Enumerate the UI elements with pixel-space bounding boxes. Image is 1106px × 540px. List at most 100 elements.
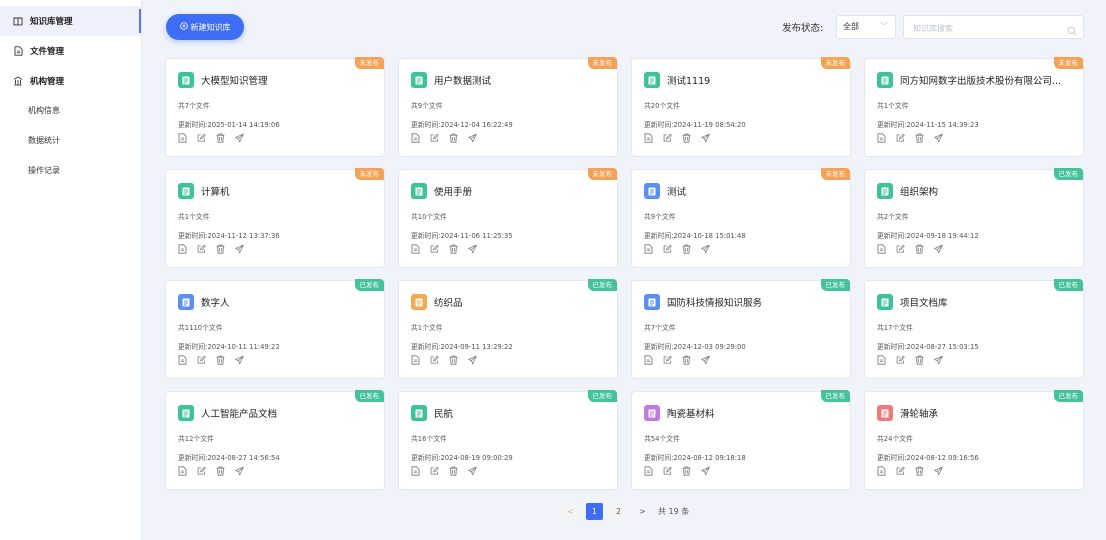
status-badge: 未发布 — [587, 57, 617, 69]
view-document-icon[interactable] — [644, 133, 653, 143]
withdraw-icon[interactable] — [701, 355, 710, 365]
new-knowledge-base-button[interactable]: 新建知识库 — [166, 14, 244, 40]
sidebar-subitem-institution-info[interactable]: 机构信息 — [28, 101, 60, 121]
publish-icon[interactable] — [235, 133, 244, 143]
delete-icon[interactable] — [915, 133, 924, 143]
withdraw-icon[interactable] — [468, 355, 477, 365]
knowledge-base-search-input[interactable] — [904, 17, 1054, 40]
withdraw-icon[interactable] — [934, 355, 943, 365]
publish-icon[interactable] — [468, 244, 477, 254]
knowledge-base-card[interactable]: 未发布 大模型知识管理 共7个文件 更新时间:2025-01-14 14:19:… — [165, 57, 385, 157]
sidebar-subitem-data-statistics[interactable]: 数据统计 — [28, 131, 60, 151]
knowledge-base-card[interactable]: 已发布 民航 共16个文件 更新时间:2024-08-19 09:00:29 — [398, 390, 618, 490]
knowledge-base-card[interactable]: 已发布 陶瓷基材料 共54个文件 更新时间:2024-08-12 09:18:1… — [631, 390, 851, 490]
knowledge-base-card[interactable]: 已发布 人工智能产品文档 共12个文件 更新时间:2024-08-27 14:5… — [165, 390, 385, 490]
delete-icon[interactable] — [449, 355, 458, 365]
next-page-button[interactable]: > — [634, 503, 651, 520]
knowledge-base-card[interactable]: 已发布 纺织品 共1个文件 更新时间:2024-09-11 13:29:22 — [398, 279, 618, 379]
view-document-icon[interactable] — [877, 133, 886, 143]
knowledge-base-icon — [411, 183, 427, 199]
sidebar-item-knowledge-base[interactable]: 知识库管理 — [0, 6, 141, 36]
sidebar-item-institution-management[interactable]: 机构管理 — [0, 66, 141, 96]
edit-icon[interactable] — [663, 466, 672, 476]
edit-icon[interactable] — [896, 466, 905, 476]
view-document-icon[interactable] — [178, 355, 187, 365]
page-button-1[interactable]: 1 — [586, 503, 603, 520]
knowledge-base-card[interactable]: 已发布 项目文档库 共17个文件 更新时间:2024-08-27 15:03:1… — [864, 279, 1084, 379]
sidebar-item-file-management[interactable]: 文件管理 — [0, 36, 141, 66]
edit-icon[interactable] — [197, 355, 206, 365]
withdraw-icon[interactable] — [235, 355, 244, 365]
view-document-icon[interactable] — [178, 244, 187, 254]
withdraw-icon[interactable] — [934, 244, 943, 254]
view-document-icon[interactable] — [178, 466, 187, 476]
delete-icon[interactable] — [915, 244, 924, 254]
knowledge-base-card[interactable]: 已发布 组织架构 共2个文件 更新时间:2024-09-18 19:44:12 — [864, 168, 1084, 268]
delete-icon[interactable] — [449, 133, 458, 143]
publish-icon[interactable] — [934, 133, 943, 143]
view-document-icon[interactable] — [411, 133, 420, 143]
publish-icon[interactable] — [468, 133, 477, 143]
delete-icon[interactable] — [682, 355, 691, 365]
withdraw-icon[interactable] — [235, 466, 244, 476]
delete-icon[interactable] — [449, 244, 458, 254]
publish-status-select[interactable]: 全部 ﹀ — [836, 15, 896, 39]
delete-icon[interactable] — [682, 133, 691, 143]
knowledge-base-icon — [877, 183, 893, 199]
publish-icon[interactable] — [235, 244, 244, 254]
delete-icon[interactable] — [216, 355, 225, 365]
edit-icon[interactable] — [430, 133, 439, 143]
card-title: 测试 — [667, 187, 687, 198]
delete-icon[interactable] — [915, 355, 924, 365]
card-title: 同方知网数字出版技术股份有限公司... — [900, 76, 1062, 87]
edit-icon[interactable] — [896, 244, 905, 254]
edit-icon[interactable] — [896, 355, 905, 365]
view-document-icon[interactable] — [644, 244, 653, 254]
delete-icon[interactable] — [682, 466, 691, 476]
edit-icon[interactable] — [430, 244, 439, 254]
delete-icon[interactable] — [682, 244, 691, 254]
view-document-icon[interactable] — [644, 466, 653, 476]
knowledge-base-card[interactable]: 未发布 同方知网数字出版技术股份有限公司... 共1个文件 更新时间:2024-… — [864, 57, 1084, 157]
delete-icon[interactable] — [216, 244, 225, 254]
delete-icon[interactable] — [216, 466, 225, 476]
edit-icon[interactable] — [197, 133, 206, 143]
search-icon[interactable] — [1067, 21, 1077, 40]
edit-icon[interactable] — [197, 466, 206, 476]
page-button-2[interactable]: 2 — [610, 503, 627, 520]
edit-icon[interactable] — [430, 355, 439, 365]
edit-icon[interactable] — [197, 244, 206, 254]
withdraw-icon[interactable] — [468, 466, 477, 476]
view-document-icon[interactable] — [411, 244, 420, 254]
delete-icon[interactable] — [449, 466, 458, 476]
knowledge-base-card[interactable]: 已发布 国防科技情报知识服务 共7个文件 更新时间:2024-12-03 09:… — [631, 279, 851, 379]
view-document-icon[interactable] — [877, 355, 886, 365]
view-document-icon[interactable] — [411, 355, 420, 365]
withdraw-icon[interactable] — [701, 466, 710, 476]
knowledge-base-card[interactable]: 未发布 测试 共9个文件 更新时间:2024-10-18 15:01:48 — [631, 168, 851, 268]
edit-icon[interactable] — [663, 355, 672, 365]
withdraw-icon[interactable] — [934, 466, 943, 476]
knowledge-base-card[interactable]: 未发布 使用手册 共10个文件 更新时间:2024-11-06 11:25:35 — [398, 168, 618, 268]
edit-icon[interactable] — [896, 133, 905, 143]
edit-icon[interactable] — [430, 466, 439, 476]
view-document-icon[interactable] — [644, 355, 653, 365]
delete-icon[interactable] — [216, 133, 225, 143]
file-count: 共7个文件 — [644, 324, 676, 332]
publish-icon[interactable] — [701, 244, 710, 254]
knowledge-base-card[interactable]: 未发布 测试1119 共20个文件 更新时间:2024-11-19 08:54:… — [631, 57, 851, 157]
knowledge-base-card[interactable]: 未发布 用户数据测试 共9个文件 更新时间:2024-12-04 16:22:4… — [398, 57, 618, 157]
edit-icon[interactable] — [663, 244, 672, 254]
knowledge-base-card[interactable]: 已发布 滑轮轴承 共24个文件 更新时间:2024-08-12 09:16:56 — [864, 390, 1084, 490]
knowledge-base-card[interactable]: 已发布 数字人 共1110个文件 更新时间:2024-10-11 11:49:2… — [165, 279, 385, 379]
sidebar-subitem-operation-log[interactable]: 操作记录 — [28, 161, 60, 181]
knowledge-base-card[interactable]: 未发布 计算机 共1个文件 更新时间:2024-11-12 13:37:36 — [165, 168, 385, 268]
view-document-icon[interactable] — [178, 133, 187, 143]
publish-icon[interactable] — [701, 133, 710, 143]
edit-icon[interactable] — [663, 133, 672, 143]
view-document-icon[interactable] — [411, 466, 420, 476]
delete-icon[interactable] — [915, 466, 924, 476]
prev-page-button[interactable]: < — [562, 503, 579, 520]
view-document-icon[interactable] — [877, 466, 886, 476]
view-document-icon[interactable] — [877, 244, 886, 254]
